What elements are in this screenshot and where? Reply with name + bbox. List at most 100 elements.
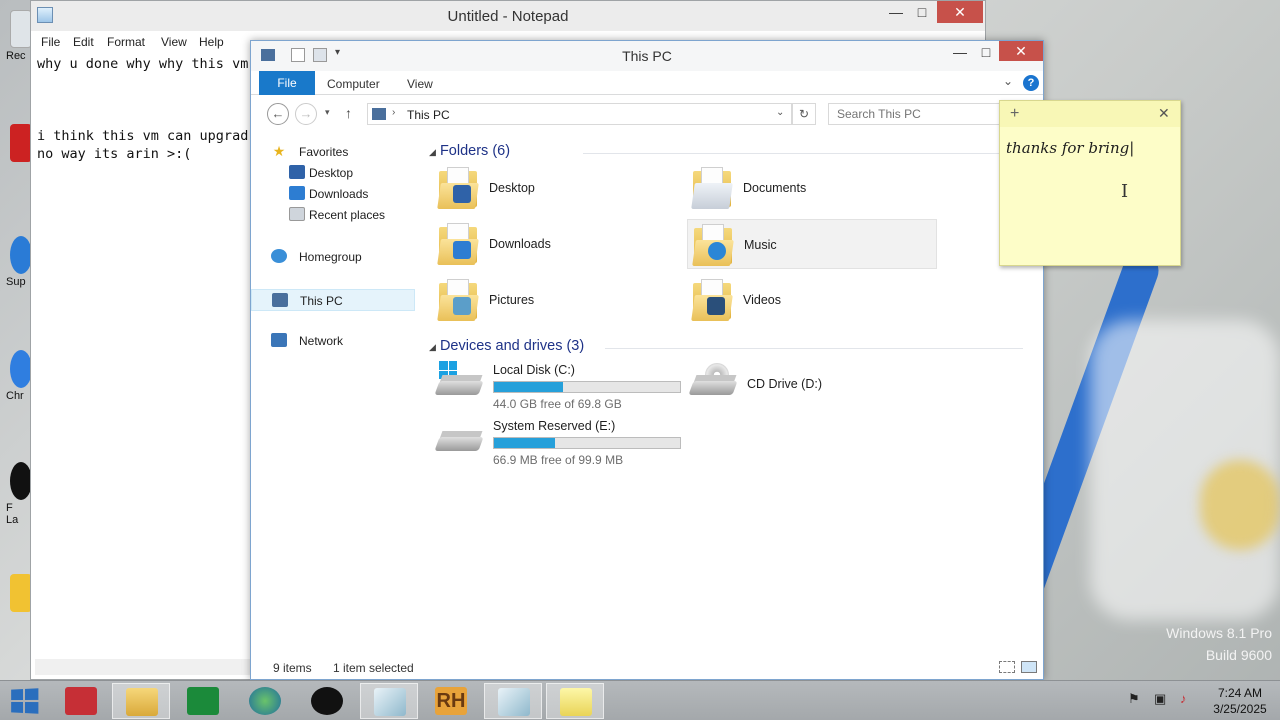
tab-view[interactable]: View	[407, 77, 433, 91]
explorer-title: This PC	[622, 48, 672, 64]
system-tray: ⚑ ▣ ♪	[1128, 691, 1208, 711]
yellow-app-icon	[10, 574, 32, 612]
black-app-icon	[10, 462, 32, 500]
folder-item[interactable]: Downloads	[433, 219, 683, 269]
nav-homegroup[interactable]: Homegroup	[251, 246, 415, 268]
explorer-titlebar[interactable]: ▾ This PC — □ ✕	[251, 41, 1043, 71]
nav-label: Downloads	[309, 187, 369, 201]
desktop-icon-recycle-bin[interactable]: Rec	[0, 10, 34, 70]
desktop-icon-yellow[interactable]	[0, 574, 34, 634]
desktop-icon-label: Chr	[6, 390, 24, 402]
folder-name: Documents	[743, 181, 807, 195]
large-icons-view-icon[interactable]	[1021, 661, 1037, 673]
maximize-button[interactable]: □	[907, 1, 937, 23]
cd-drive-icon	[688, 363, 738, 397]
delete-note-icon[interactable]: ✕	[1158, 105, 1170, 122]
back-button[interactable]: ←	[267, 103, 289, 125]
taskbar-app-sticky-notes[interactable]	[546, 683, 604, 719]
sticky-note[interactable]: + ✕ thanks for bring| I	[999, 100, 1181, 266]
status-bar: 9 items 1 item selected	[251, 651, 1043, 679]
nav-recent-places[interactable]: Recent places	[251, 204, 415, 226]
network-tray-icon[interactable]: ▣	[1154, 691, 1166, 707]
address-box[interactable]: › This PC ⌄	[367, 103, 792, 125]
drive-item[interactable]: Local Disk (C:) 44.0 GB free of 69.8 GB	[433, 361, 683, 413]
notepad-titlebar[interactable]: Untitled - Notepad — □ ✕	[31, 1, 985, 31]
taskbar-app-store[interactable]	[174, 683, 232, 719]
folder-name: Videos	[743, 293, 781, 307]
tab-computer[interactable]: Computer	[327, 77, 380, 91]
documents-folder-icon	[691, 167, 733, 209]
address-dropdown-icon[interactable]: ⌄	[776, 107, 784, 118]
folders-group-header[interactable]: ◢ Folders (6)	[429, 143, 510, 159]
folder-item[interactable]: Documents	[687, 163, 937, 213]
folder-item[interactable]: Pictures	[433, 275, 683, 325]
recent-locations-dropdown-icon[interactable]: ▾	[325, 107, 330, 118]
taskbar-app-glass[interactable]	[360, 683, 418, 719]
menu-help[interactable]: Help	[199, 35, 224, 49]
menu-file[interactable]: File	[41, 35, 60, 49]
nav-downloads[interactable]: Downloads	[251, 183, 415, 205]
nav-this-pc[interactable]: This PC	[251, 289, 415, 311]
folder-item[interactable]: Videos	[687, 275, 937, 325]
notepad-text-area[interactable]: why u done why why this vm i think this …	[37, 55, 248, 163]
sticky-note-header[interactable]: + ✕	[1000, 101, 1180, 127]
cd-drive-item[interactable]: CD Drive (D:)	[687, 361, 937, 413]
close-button[interactable]: ✕	[937, 1, 983, 23]
taskbar-app-winrar[interactable]	[52, 683, 110, 719]
taskbar-app-glass-2[interactable]	[484, 683, 542, 719]
drive-item[interactable]: System Reserved (E:) 66.9 MB free of 99.…	[433, 417, 683, 469]
tab-file[interactable]: File	[259, 71, 315, 95]
details-view-icon[interactable]	[999, 661, 1015, 673]
black-app-icon	[311, 687, 343, 715]
taskbar-app-file-explorer[interactable]	[112, 683, 170, 719]
collapse-arrow-icon[interactable]: ◢	[429, 342, 436, 352]
up-arrow-icon[interactable]: ↑	[345, 105, 352, 121]
collapse-arrow-icon[interactable]: ◢	[429, 147, 436, 157]
menu-view[interactable]: View	[161, 35, 187, 49]
desktop-icon-chrome[interactable]: Chr	[0, 350, 34, 410]
menu-format[interactable]: Format	[107, 35, 145, 49]
text-cursor-icon: I	[1121, 181, 1129, 202]
clock-date: 3/25/2025	[1213, 702, 1267, 716]
breadcrumb-chevron-icon[interactable]: ›	[392, 107, 395, 118]
folder-name: Downloads	[489, 237, 551, 251]
maximize-button[interactable]: □	[971, 41, 1001, 63]
devices-group-header[interactable]: ◢ Devices and drives (3)	[429, 338, 584, 354]
folder-name: Music	[744, 238, 777, 252]
search-input[interactable]	[828, 103, 1028, 125]
explorer-window[interactable]: ▾ This PC — □ ✕ File Computer View ⌄ ? ←…	[250, 40, 1044, 680]
folder-item-selected[interactable]: Music	[687, 219, 937, 269]
folder-item[interactable]: Desktop	[433, 163, 683, 213]
wallpaper-yellow	[1200, 460, 1280, 550]
flag-icon[interactable]: ⚑	[1128, 691, 1140, 707]
divider	[583, 153, 1023, 154]
address-bar-row: ← → ▾ ↑ › This PC ⌄ ↻	[251, 99, 1043, 129]
taskbar-app-globe[interactable]	[236, 683, 294, 719]
desktop-icon-app-red[interactable]	[0, 124, 34, 184]
taskbar-app-black[interactable]	[298, 683, 356, 719]
nav-favorites[interactable]: ★ Favorites	[251, 141, 415, 163]
clock[interactable]: 7:24 AM 3/25/2025	[1210, 685, 1270, 717]
refresh-button[interactable]: ↻	[792, 103, 816, 125]
sticky-note-content: thanks for bring	[1006, 139, 1130, 157]
drive-free-space: 44.0 GB free of 69.8 GB	[493, 397, 622, 411]
desktop-icon-support[interactable]: Sup	[0, 236, 34, 296]
breadcrumb[interactable]: This PC	[407, 108, 450, 122]
nav-network[interactable]: Network	[251, 330, 415, 352]
expand-ribbon-chevron-icon[interactable]: ⌄	[1003, 74, 1013, 88]
help-icon[interactable]: ?	[1023, 75, 1039, 91]
group-title: Devices and drives (3)	[439, 338, 585, 354]
close-button[interactable]: ✕	[999, 41, 1043, 61]
nav-desktop[interactable]: Desktop	[251, 162, 415, 184]
forward-button[interactable]: →	[295, 103, 317, 125]
taskbar-app-rh[interactable]: RH	[422, 683, 480, 719]
desktop-icon-app-black[interactable]: F La	[0, 462, 34, 526]
store-icon	[187, 687, 219, 715]
horizontal-scrollbar[interactable]	[35, 659, 251, 675]
sticky-note-text[interactable]: thanks for bring|	[1006, 139, 1134, 157]
volume-muted-icon[interactable]: ♪	[1180, 691, 1187, 706]
add-note-icon[interactable]: +	[1010, 105, 1019, 123]
start-button[interactable]	[11, 688, 39, 714]
drive-name: System Reserved (E:)	[493, 419, 616, 433]
menu-edit[interactable]: Edit	[73, 35, 94, 49]
